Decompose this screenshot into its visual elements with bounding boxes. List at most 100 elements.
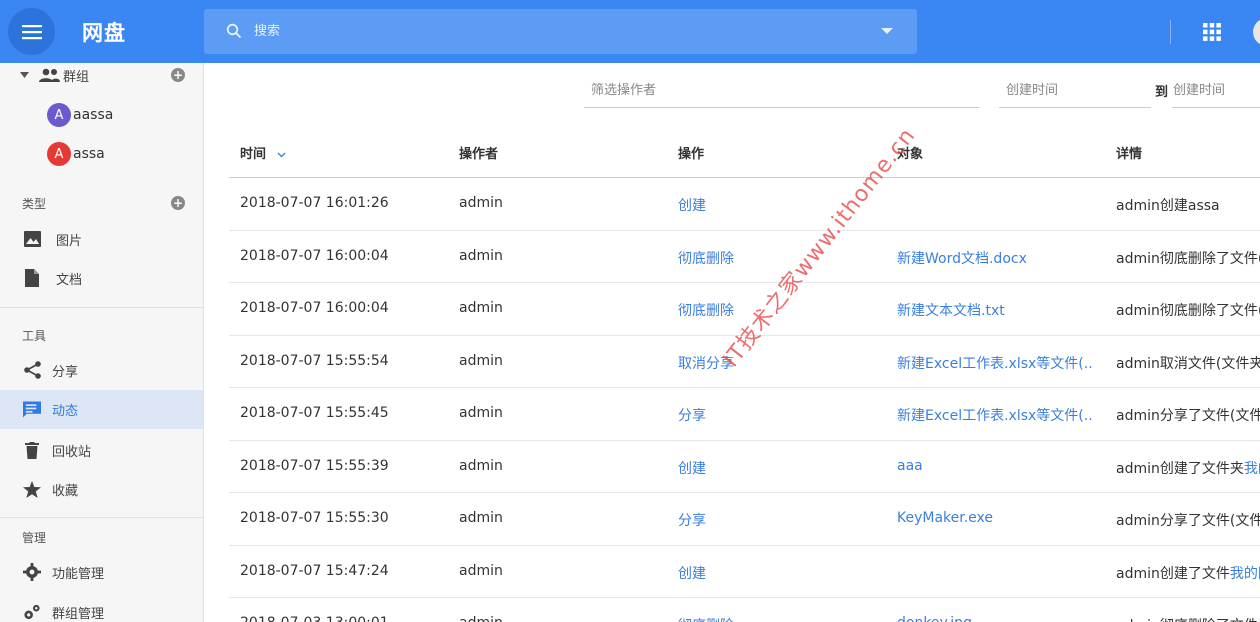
cell-operator: admin xyxy=(459,562,503,579)
cell-action-link[interactable]: 取消分享 xyxy=(678,353,878,373)
tools-section-label: 工具 xyxy=(22,329,47,343)
column-header-operator: 操作者 xyxy=(459,147,499,162)
sidebar-item-label: 分享 xyxy=(52,364,79,380)
types-section-label: 类型 xyxy=(22,197,47,211)
group-avatar: A xyxy=(47,142,71,166)
details-text: admin取消文件(文件夹 xyxy=(1116,355,1260,372)
trash-icon xyxy=(23,441,41,459)
cell-details: admin取消文件(文件夹 xyxy=(1116,353,1260,373)
column-header-action: 操作 xyxy=(678,147,705,162)
table-row: 2018-07-07 15:47:24 admin 创建 admin创建了文件我的网 xyxy=(229,546,1260,598)
cell-time: 2018-07-07 16:00:04 xyxy=(240,300,389,316)
details-text: admin分享了文件(文件 xyxy=(1116,513,1260,529)
sidebar-item-label: 图片 xyxy=(56,233,83,249)
cell-details: admin分享了文件(文件 xyxy=(1116,405,1260,425)
cell-action-link[interactable]: 彻底删除 xyxy=(678,615,878,622)
add-type-icon[interactable]: + xyxy=(171,196,185,210)
groups-label: 群组 xyxy=(63,69,90,85)
add-group-icon[interactable]: + xyxy=(171,68,185,82)
cell-object-link[interactable]: donkey.jpg xyxy=(897,615,1092,622)
sidebar-item-label: 文档 xyxy=(56,272,83,288)
sidebar-item-trash[interactable]: 回收站 xyxy=(0,432,203,468)
end-date-filter[interactable] xyxy=(1172,73,1260,108)
search-input[interactable] xyxy=(254,9,854,54)
details-path-link[interactable]: 我的网 xyxy=(1230,566,1260,582)
search-bar[interactable] xyxy=(204,9,917,54)
caret-down-icon[interactable] xyxy=(20,72,29,78)
table-row: 2018-07-07 16:01:26 admin 创建 admin创建assa xyxy=(229,178,1260,231)
operator-filter-input[interactable] xyxy=(584,73,979,107)
toolbar-divider xyxy=(1170,20,1171,44)
start-date-input[interactable] xyxy=(999,73,1151,107)
sidebar-item-documents[interactable]: 文档 xyxy=(0,260,203,296)
details-text: admin分享了文件(文件 xyxy=(1116,408,1260,424)
apps-grid-icon[interactable] xyxy=(1203,23,1221,41)
column-header-details: 详情 xyxy=(1116,147,1143,162)
cell-action-link[interactable]: 分享 xyxy=(678,510,878,530)
cell-details: admin分享了文件(文件 xyxy=(1116,510,1260,530)
cell-action-link[interactable]: 彻底删除 xyxy=(678,300,878,320)
cell-time: 2018-07-03 13:00:01 xyxy=(240,615,450,622)
table-header: 时间 操作者 操作 对象 详情 xyxy=(229,125,1260,178)
details-text: admin创建assa xyxy=(1116,198,1220,214)
cell-object-link[interactable]: 新建Excel工作表.xlsx等文件(... xyxy=(897,405,1092,425)
cell-details: admin创建了文件我的网 xyxy=(1116,563,1260,583)
cell-time: 2018-07-07 16:01:26 xyxy=(240,195,389,211)
cell-action-link[interactable]: 创建 xyxy=(678,195,878,215)
table-row: 2018-07-07 16:00:04 admin 彻底删除 新建Word文档.doc… xyxy=(229,231,1260,283)
cell-object-link[interactable]: KeyMaker.exe xyxy=(897,510,1092,526)
cell-object-link[interactable]: 新建文本文档.txt xyxy=(897,300,1092,320)
operator-filter[interactable] xyxy=(584,73,979,108)
search-icon xyxy=(226,23,242,39)
share-icon xyxy=(23,361,41,379)
sidebar-item-favorites[interactable]: 收藏 xyxy=(0,471,203,507)
start-date-filter[interactable] xyxy=(999,73,1151,108)
search-dropdown-icon[interactable] xyxy=(881,28,893,34)
cell-action-link[interactable]: 分享 xyxy=(678,405,878,425)
sidebar-group-assa[interactable]: A assa xyxy=(0,136,203,172)
sidebar-item-label: 功能管理 xyxy=(52,566,105,582)
sidebar-item-feature-management[interactable]: 功能管理 xyxy=(0,554,203,590)
cell-object-link[interactable]: aaa xyxy=(897,458,1092,474)
manage-section-label: 管理 xyxy=(22,531,47,545)
sidebar-item-images[interactable]: 图片 xyxy=(0,221,203,257)
menu-button[interactable] xyxy=(8,8,55,55)
column-header-object: 对象 xyxy=(897,147,924,162)
details-text: admin彻底删除了文件( xyxy=(1116,618,1260,622)
cell-details: admin彻底删除了文件( xyxy=(1116,300,1260,320)
cell-details: admin创建了文件夹我的 xyxy=(1116,458,1260,478)
column-header-label: 时间 xyxy=(240,147,267,162)
cell-action-link[interactable]: 创建 xyxy=(678,563,878,583)
cell-time: 2018-07-07 15:55:39 xyxy=(240,457,389,474)
details-text: admin创建了文件夹 xyxy=(1116,460,1244,477)
user-avatar[interactable] xyxy=(1253,18,1260,46)
cell-details: admin彻底删除了文件( xyxy=(1116,248,1260,268)
table-row: 2018-07-03 13:00:01 admin 彻底删除 donkey.jpg ad… xyxy=(229,598,1260,622)
end-date-input[interactable] xyxy=(1172,73,1260,107)
image-icon xyxy=(23,230,41,248)
cell-details: admin彻底删除了文件( xyxy=(1116,615,1260,622)
sidebar-item-share[interactable]: 分享 xyxy=(0,352,203,388)
cell-object-link[interactable]: 新建Excel工作表.xlsx等文件(... xyxy=(897,353,1092,373)
main-content: 到 时间 操作者 操作 对象 详情 2018-07-07 16:01:26 adm… xyxy=(204,63,1260,622)
cell-operator: admin xyxy=(459,247,503,264)
group-avatar: A xyxy=(47,103,71,127)
details-text: admin彻底删除了文件( xyxy=(1116,303,1260,319)
date-range-to-label: 到 xyxy=(1155,85,1169,100)
cell-time: 2018-07-07 15:55:54 xyxy=(240,352,389,369)
cell-object-link[interactable]: 新建Word文档.docx xyxy=(897,248,1092,268)
sort-chevron-down-icon[interactable] xyxy=(277,152,286,158)
cell-action-link[interactable]: 创建 xyxy=(678,458,878,478)
sidebar-item-group-management[interactable]: 群组管理 xyxy=(0,594,203,622)
sidebar-groups-header[interactable]: 群组 + xyxy=(0,63,203,93)
sidebar-group-aassa[interactable]: A aassa xyxy=(0,97,203,133)
sidebar-item-activity[interactable]: 动态 xyxy=(0,390,203,429)
hamburger-icon xyxy=(21,24,42,39)
column-header-time[interactable]: 时间 xyxy=(240,143,286,162)
cell-action-link[interactable]: 彻底删除 xyxy=(678,248,878,268)
table-row: 2018-07-07 15:55:54 admin 取消分享 新建Excel工作表.x… xyxy=(229,336,1260,388)
top-app-bar: 网盘 xyxy=(0,0,1260,63)
details-path-link[interactable]: 我的 xyxy=(1244,461,1260,477)
table-row: 2018-07-07 16:00:04 admin 彻底删除 新建文本文档.txt ad… xyxy=(229,283,1260,336)
cell-operator: admin xyxy=(459,300,503,316)
